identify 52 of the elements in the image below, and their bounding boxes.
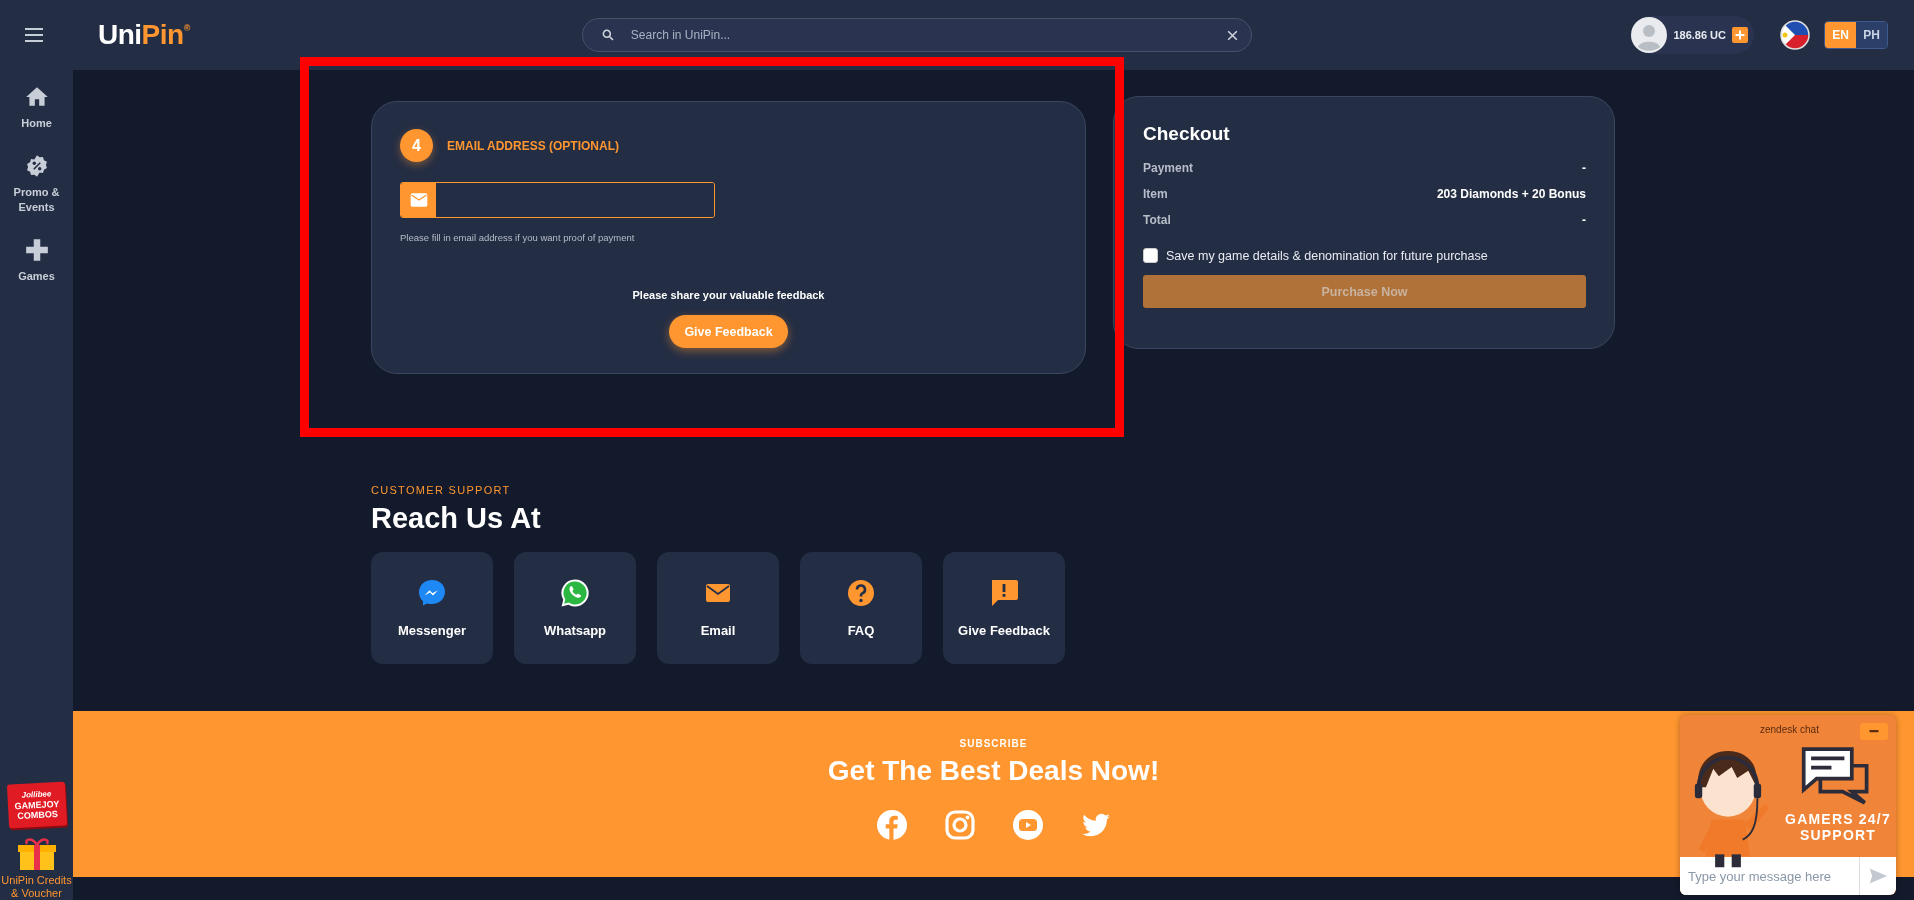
logo[interactable]: UniPin$^{®}$	[98, 19, 190, 51]
circle-f-icon[interactable]	[875, 809, 908, 841]
promo-badge[interactable]: Jollibee GAMEJOY COMBOS	[6, 781, 67, 829]
section-title: Reach Us At	[371, 502, 542, 535]
minimize-button[interactable]	[1860, 723, 1888, 740]
subscribe-title: Get The Best Deals Now!	[827, 755, 1160, 787]
summary-value: -	[1582, 161, 1586, 175]
chat-brand: zendesk chat	[1760, 724, 1819, 735]
sidebar-item[interactable]: Home	[0, 84, 73, 131]
camera-icon[interactable]	[943, 809, 976, 841]
step-number: 4	[400, 129, 433, 162]
step-title: EMAIL ADDRESS (OPTIONAL)	[447, 138, 619, 153]
credits-link[interactable]: UniPin Credits & Voucher	[0, 837, 73, 900]
search-input[interactable]: Search in UniPin...	[628, 27, 1212, 43]
email-field[interactable]	[400, 182, 715, 218]
sidebar-item[interactable]: Promo & Events	[0, 153, 73, 215]
close-icon[interactable]	[1225, 28, 1239, 42]
section-eyebrow: CUSTOMER SUPPORT	[371, 484, 512, 496]
flag-icon[interactable]	[1780, 20, 1810, 50]
field-hint: Please fill in email address if you want proof of payment	[400, 232, 636, 243]
contact-card[interactable]: Give Feedback	[943, 552, 1065, 664]
avatar-icon	[1631, 17, 1668, 53]
summary-label: Payment	[1143, 161, 1194, 175]
message-input[interactable]: Type your message here	[1680, 857, 1860, 895]
envelope-icon	[408, 190, 429, 210]
language-button[interactable]: PH	[1856, 22, 1887, 48]
summary-value: 203 Diamonds + 20 Bonus	[1436, 187, 1586, 201]
message-field[interactable]: Type your message here	[1680, 857, 1896, 895]
search-bar[interactable]: Search in UniPin...	[581, 18, 1252, 52]
summary-label: Item	[1143, 187, 1168, 201]
summary-value: -	[1582, 213, 1586, 227]
balance-amount: 186.86 UC	[1673, 29, 1726, 41]
checkout-title: Checkout	[1143, 123, 1231, 145]
minus-icon	[1868, 730, 1880, 733]
banner-text: GAMERS 24/7 SUPPORT	[1784, 811, 1892, 843]
subscribe-eyebrow: SUBSCRIBE	[959, 738, 1028, 749]
balance-pill[interactable]: 186.86 UC	[1631, 16, 1754, 54]
gamepad-icon	[23, 237, 50, 263]
contact-card[interactable]: FAQ	[800, 552, 922, 664]
gift-icon	[16, 837, 57, 871]
search-icon	[600, 28, 615, 42]
plus-icon[interactable]	[1732, 27, 1748, 43]
save-checkbox[interactable]	[1143, 248, 1158, 263]
send-icon[interactable]	[1868, 866, 1888, 886]
save-option-label: Save my game details & denomination for future purchase	[1166, 248, 1488, 263]
summary-label: Total	[1143, 213, 1171, 227]
contact-card[interactable]: Whatsapp	[514, 552, 636, 664]
feedback-prompt: Please share your valuable feedback	[631, 289, 826, 301]
play-button-icon[interactable]	[1011, 809, 1044, 841]
contact-card[interactable]: Email	[657, 552, 779, 664]
contact-card[interactable]: Messenger	[371, 552, 493, 664]
sidebar-item[interactable]: Games	[0, 237, 73, 284]
